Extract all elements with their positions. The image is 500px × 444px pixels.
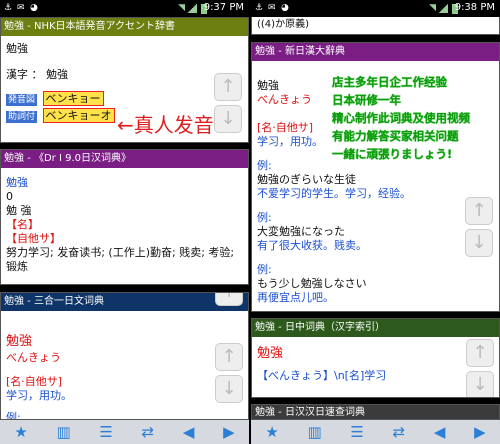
rihan-dictionary-card[interactable]: 勉強 - 日汉汉日速查词典 — [251, 404, 500, 420]
example-cn: 不爱学习的学生。学习，经验。 — [257, 187, 411, 200]
repeat-icon[interactable]: ⇄ — [142, 423, 155, 441]
entry-text: 【べんきょう】\n[名]学习 — [257, 369, 387, 382]
signal-icon — [438, 4, 448, 13]
forward-icon[interactable]: ▶ — [223, 423, 235, 441]
library-icon[interactable]: ▥ — [308, 423, 322, 441]
promo-line: 有能力解答买家相关问题 — [332, 129, 459, 143]
scroll-up-button[interactable]: ↑ — [466, 339, 494, 367]
example-label: 例: — [257, 263, 272, 276]
scroll-down-button[interactable]: ↓ — [214, 105, 242, 133]
entry-word: 勉強 — [6, 42, 28, 55]
pos-noun: 【名】 — [6, 218, 39, 231]
pos-verb: 【自他サ】 — [6, 232, 61, 245]
sanhe-dictionary-card[interactable]: 勉強 - 三合一日文词典 勉強 べんきょう [名·自他サ] 学习，用功。 例: … — [0, 292, 249, 420]
card-header: 勉強 - 《Dr I 9.0日汉词典》 — [1, 150, 248, 168]
pronunciation-tag[interactable]: 発音図 — [6, 94, 38, 106]
scroll-up-button[interactable]: ↑ — [465, 197, 493, 225]
entry-word: 勉強 — [257, 346, 284, 361]
usb-icon: ⚓ — [255, 3, 264, 13]
entry-number: 0 — [6, 190, 13, 203]
forward-icon[interactable]: ▶ — [474, 423, 486, 441]
star-icon[interactable]: ★ — [14, 423, 27, 441]
cat-icon: ◕ — [281, 3, 289, 13]
bottom-toolbar: ★ ▥ ☰ ⇄ ◀ ▶ — [251, 420, 500, 444]
promo-text: 店主多年日企工作经验 日本研修一年 精心制作此词典及使用视频 有能力解答买家相关… — [332, 73, 499, 163]
example-jp: もう少し勉強しなさい — [257, 277, 367, 290]
status-time: 9:38 PM — [454, 2, 495, 13]
scroll-down-button[interactable]: ↓ — [465, 229, 493, 257]
entry-line: 勉 強 — [6, 204, 32, 217]
card-header: 勉強 - 三合一日文词典 — [1, 293, 248, 311]
scroll-down-button[interactable]: ↓ — [215, 375, 243, 403]
promo-line: 一緒に頑張りましょう! — [332, 147, 453, 161]
wifi-icon: ◥ — [178, 3, 185, 13]
particle-tag[interactable]: 助詞付 — [6, 111, 38, 123]
example-jp: 大変勉強になった — [257, 225, 345, 238]
particle-reading[interactable]: ベンキョーオ — [42, 108, 115, 123]
notification-icon: ✉ — [268, 3, 276, 13]
status-time: 9:37 PM — [203, 2, 244, 13]
xinri-dictionary-card[interactable]: 勉強 - 新日漢大辭典 勉強 べんきょう [名·自他サ] 学习，用功。 例: 勉… — [251, 42, 500, 312]
list-icon[interactable]: ☰ — [99, 423, 112, 441]
example-jp: 勉強のぎらいな生徒 — [257, 173, 356, 186]
card-header: 勉強 - NHK日本語発音アクセント辞書 — [1, 18, 248, 36]
entry-word: 勉強 — [6, 334, 33, 349]
usb-icon: ⚓ — [4, 3, 13, 13]
left-screenshot: ⚓ ✉ ◕ ◥ 9:37 PM 勉強 - NHK日本語発音アクセント辞書 勉強 … — [0, 0, 249, 444]
library-icon[interactable]: ▥ — [57, 423, 71, 441]
list-icon[interactable]: ☰ — [350, 423, 363, 441]
back-icon[interactable]: ◀ — [183, 423, 195, 441]
star-icon[interactable]: ★ — [265, 423, 278, 441]
notification-icon: ✉ — [17, 3, 25, 13]
scroll-up-button[interactable]: ↑ — [215, 343, 243, 371]
real-voice-annotation: ←真人发音 — [117, 113, 214, 137]
wifi-icon: ◥ — [429, 3, 436, 13]
scroll-up-button[interactable]: ↑ — [215, 293, 243, 306]
cat-icon: ◕ — [30, 3, 38, 13]
promo-line: 店主多年日企工作经验 — [332, 75, 447, 89]
example-cn: 再便宜点儿吧。 — [257, 291, 334, 304]
back-icon[interactable]: ◀ — [434, 423, 446, 441]
example-cn: 有了很大收获。贱卖。 — [257, 239, 367, 252]
nhk-card[interactable]: 勉強 - NHK日本語発音アクセント辞書 勉強 漢字 ： 勉強 発音図 ベンキョ… — [0, 17, 249, 143]
entry-word: 勉強 — [6, 176, 28, 189]
pronunciation-reading[interactable]: ベンキョー — [42, 91, 104, 106]
promo-line: 精心制作此词典及使用视频 — [332, 111, 470, 125]
previous-card[interactable]: ((4)か原義) — [251, 17, 500, 35]
entry-reading: べんきょう — [6, 351, 61, 364]
repeat-icon[interactable]: ⇄ — [393, 423, 406, 441]
right-screenshot: ⚓ ✉ ◕ ◥ 9:38 PM ((4)か原義) 勉強 - 新日漢大辭典 勉強 … — [251, 0, 500, 444]
example-label: 例: — [257, 211, 272, 224]
example-label: 例: — [6, 411, 21, 420]
meaning: 努力学习; 发奋读书; (工作上)勤奋; 贱卖; 考验; 锻炼 — [6, 246, 235, 273]
card-header: 勉強 - 日中词典（汉字索引） — [252, 319, 499, 337]
scroll-up-button[interactable]: ↑ — [214, 73, 242, 101]
rizhong-dictionary-card[interactable]: 勉強 - 日中词典（汉字索引） 勉強 【べんきょう】\n[名]学习 ↑ ↓ — [251, 318, 500, 398]
bottom-toolbar: ★ ▥ ☰ ⇄ ◀ ▶ — [0, 420, 249, 444]
promo-line: 日本研修一年 — [332, 93, 401, 107]
top-line: ((4)か原義) — [257, 19, 309, 30]
signal-icon — [187, 4, 197, 13]
meaning: 学习，用功。 — [6, 389, 72, 402]
kanji-line: 漢字 ： 勉強 — [6, 68, 68, 81]
card-header: 勉強 - 日汉汉日速查词典 — [252, 405, 499, 419]
scroll-down-button[interactable]: ↓ — [466, 371, 494, 397]
status-bar: ⚓ ✉ ◕ ◥ 9:38 PM — [251, 0, 500, 17]
dr-dictionary-card[interactable]: 勉強 - 《Dr I 9.0日汉词典》 勉強 0 勉 強 【名】 【自他サ】 努… — [0, 149, 249, 285]
status-bar: ⚓ ✉ ◕ ◥ 9:37 PM — [0, 0, 249, 17]
pos: [名·自他サ] — [6, 375, 63, 388]
card-header: 勉強 - 新日漢大辭典 — [252, 43, 499, 61]
